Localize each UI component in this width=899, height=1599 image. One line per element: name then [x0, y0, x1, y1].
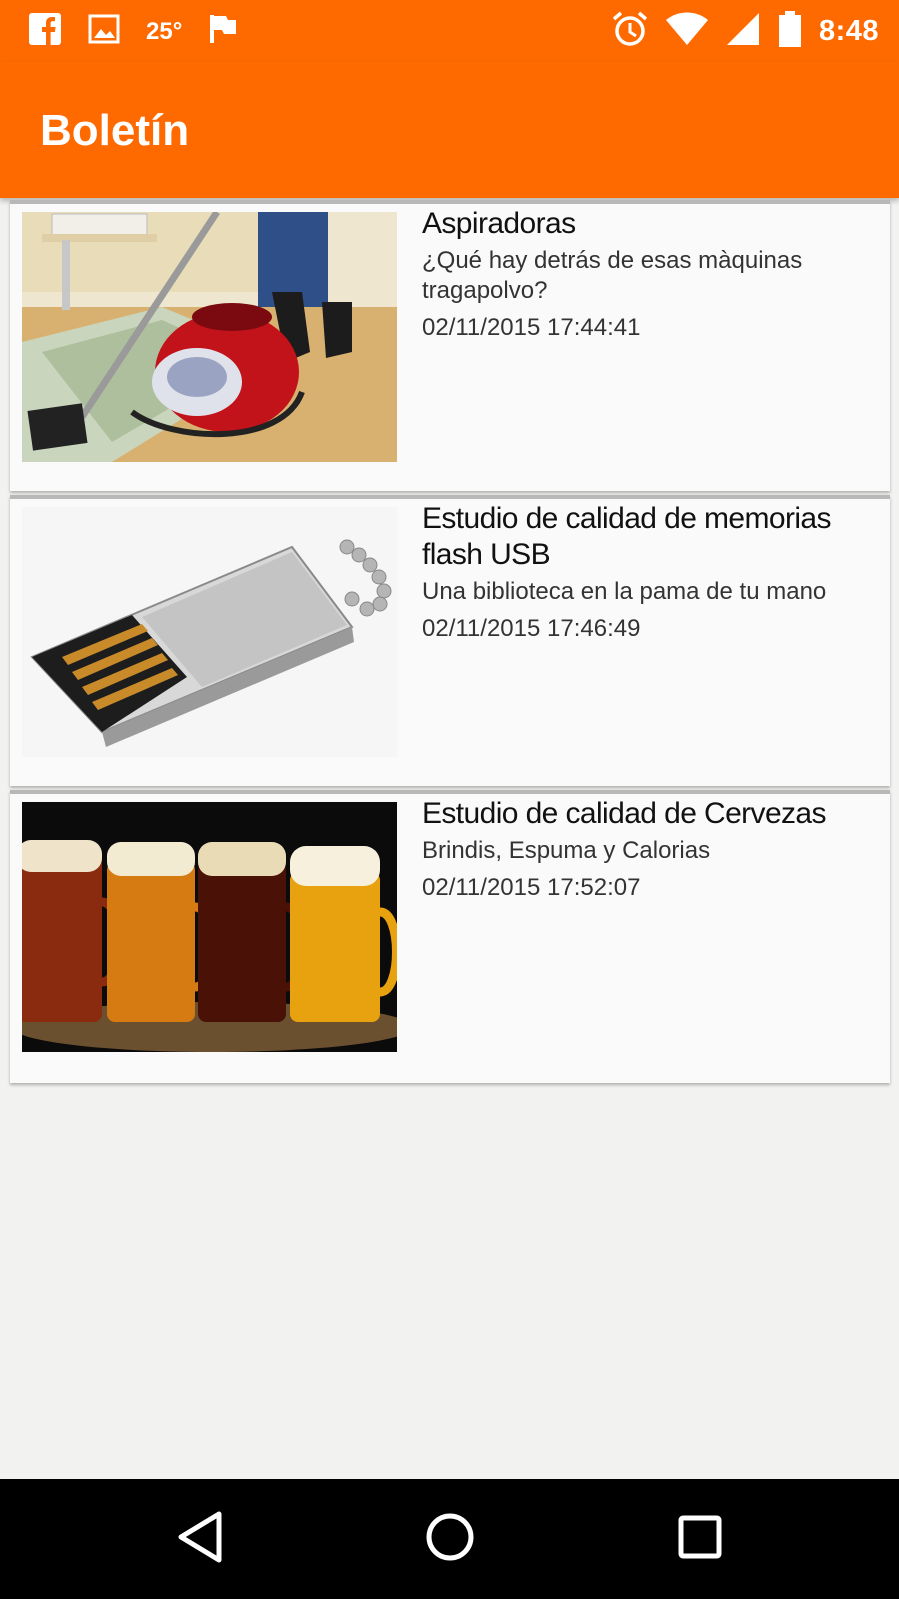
article-date: 02/11/2015 17:46:49 [422, 615, 641, 642]
article-description: Una biblioteca en la pama de tu mano [422, 578, 827, 605]
article-title: Aspiradoras [422, 207, 576, 240]
article-title: Estudio de calidad de memorias flash USB [422, 502, 832, 571]
status-bar: 25° 8:48 [0, 0, 899, 62]
temperature-label: 25° [146, 17, 183, 45]
back-button[interactable] [140, 1479, 260, 1599]
article-card[interactable]: Estudio de calidad de Cervezas Brindis, … [10, 790, 890, 1083]
flag-icon [208, 13, 238, 50]
article-title: Estudio de calidad de Cervezas [422, 797, 827, 830]
article-description: ¿Qué hay detrás de esas màquinas tragapo… [422, 247, 803, 304]
article-thumbnail-vacuum [22, 212, 397, 462]
article-list: Aspiradoras ¿Qué hay detrás de esas màqu… [10, 200, 890, 1087]
article-card[interactable]: Estudio de calidad de memorias flash USB… [10, 495, 890, 786]
signal-icon [725, 11, 761, 52]
battery-icon [777, 10, 803, 53]
clock: 8:48 [818, 15, 879, 47]
home-icon [424, 1511, 476, 1568]
image-icon [88, 14, 120, 49]
article-card[interactable]: Aspiradoras ¿Qué hay detrás de esas màqu… [10, 200, 890, 491]
page-title: Boletín [40, 106, 190, 155]
article-date: 02/11/2015 17:52:07 [422, 874, 641, 901]
wifi-icon [665, 12, 709, 51]
article-thumbnail-usb [22, 507, 397, 757]
article-date: 02/11/2015 17:44:41 [422, 314, 641, 341]
navigation-bar [0, 1479, 899, 1599]
recents-button[interactable] [640, 1479, 760, 1599]
home-button[interactable] [390, 1479, 510, 1599]
article-description: Brindis, Espuma y Calorias [422, 837, 711, 864]
facebook-icon [28, 12, 62, 51]
back-icon [175, 1510, 225, 1569]
app-bar: Boletín [0, 62, 899, 198]
alarm-icon [611, 10, 649, 53]
article-thumbnail-beer [22, 802, 397, 1052]
recents-icon [677, 1514, 723, 1565]
